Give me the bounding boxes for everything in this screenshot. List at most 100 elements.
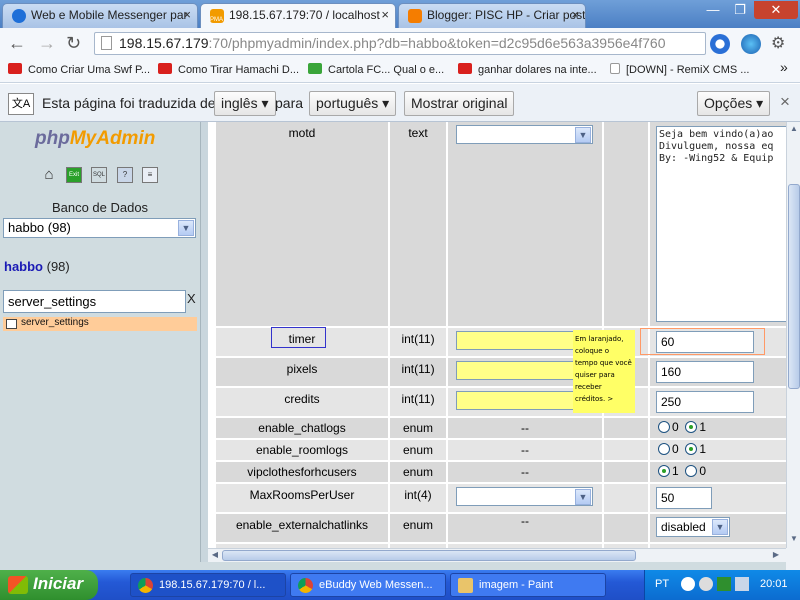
tray-icon[interactable]	[681, 577, 695, 591]
translate-to-label: para	[275, 95, 304, 111]
value-cell: 250	[650, 388, 786, 416]
table-list-item[interactable]: server_settings	[3, 317, 197, 331]
source-language-value: inglês	[221, 95, 258, 111]
scroll-up-icon[interactable]: ▲	[788, 124, 800, 136]
maxrooms-input[interactable]: 50	[656, 487, 712, 509]
field-name: enable_externalchatlinks	[216, 514, 388, 542]
bookmark-label: ganhar dolares na inte...	[478, 64, 597, 76]
clock[interactable]: 20:01	[760, 578, 788, 590]
home-icon[interactable]: ⌂	[41, 167, 57, 183]
radio-button[interactable]	[658, 465, 670, 477]
externalchatlinks-select[interactable]: disabled ▼	[656, 517, 730, 537]
youtube-icon	[458, 63, 472, 74]
address-bar[interactable]: 198.15.67.179:70/phpmyadmin/index.php?db…	[94, 32, 706, 55]
translate-options-button[interactable]: Opções ▾	[697, 91, 771, 116]
function-select[interactable]: ▼	[456, 487, 593, 506]
bookmarks-more-icon[interactable]: »	[780, 59, 788, 75]
bookmark-item[interactable]: Cartola FC... Qual o e...	[308, 63, 444, 76]
pixels-input[interactable]: 160	[656, 361, 754, 383]
bookmark-item[interactable]: [DOWN] - RemiX CMS ...	[610, 63, 749, 76]
sql-icon[interactable]: SQL	[91, 167, 107, 183]
bookmark-item[interactable]: Como Criar Uma Swf P...	[8, 63, 150, 76]
motd-textarea[interactable]: Seja bem vindo(a)ao Divulguem, nossa eq …	[656, 126, 786, 322]
null-cell	[604, 462, 648, 482]
forward-icon[interactable]: →	[38, 33, 56, 54]
scroll-down-icon[interactable]: ▼	[788, 534, 800, 546]
tray-icon[interactable]	[717, 577, 731, 591]
field-name: vipclothesforhcusers	[216, 462, 388, 482]
docs-icon[interactable]: ≡	[142, 167, 158, 183]
taskbar-item-chrome[interactable]: 198.15.67.179:70 / l...	[130, 573, 286, 597]
task-label: 198.15.67.179:70 / l...	[159, 579, 266, 591]
radio-button[interactable]	[658, 421, 670, 433]
field-type: int(11)	[390, 358, 446, 386]
bookmark-item[interactable]: ganhar dolares na inte...	[458, 63, 597, 76]
chevron-down-icon: ▼	[575, 127, 591, 143]
scrollbar-thumb[interactable]	[788, 184, 800, 389]
frame-splitter[interactable]	[200, 122, 208, 570]
start-button[interactable]: Iniciar	[0, 570, 98, 600]
wrench-icon[interactable]: ⚙	[771, 33, 785, 53]
scroll-left-icon[interactable]: ◀	[209, 550, 221, 562]
tab-title: Blogger: PISC HP - Criar post	[427, 8, 586, 22]
scrollbar-thumb[interactable]	[222, 550, 636, 561]
network-icon[interactable]	[735, 577, 749, 591]
function-select[interactable]	[456, 361, 576, 380]
help-icon[interactable]: ?	[117, 167, 133, 183]
close-tab-icon[interactable]: ×	[381, 7, 389, 22]
language-indicator[interactable]: PT	[655, 578, 669, 590]
taskbar-item-paint[interactable]: imagem - Paint	[450, 573, 606, 597]
radio-button[interactable]	[685, 465, 698, 477]
scroll-right-icon[interactable]: ▶	[770, 550, 782, 562]
minimize-icon[interactable]: —	[700, 1, 726, 19]
maximize-icon[interactable]: ❐	[727, 1, 753, 19]
clear-filter-button[interactable]: X	[187, 291, 196, 306]
tray-icon[interactable]	[699, 577, 713, 591]
database-link[interactable]: habbo	[4, 259, 43, 274]
translate-extension-icon[interactable]	[710, 34, 730, 54]
value-cell: 1 0	[650, 462, 786, 482]
radio-button[interactable]	[685, 421, 698, 433]
table-filter-input[interactable]: server_settings	[3, 290, 186, 313]
browser-tab-strip: Web e Mobile Messenger par × PMA 198.15.…	[0, 0, 800, 29]
function-select[interactable]	[456, 331, 576, 350]
back-icon[interactable]: ←	[8, 33, 26, 54]
table-icon	[6, 319, 17, 329]
credits-input[interactable]: 250	[656, 391, 754, 413]
function-cell: ▼	[448, 484, 602, 512]
bookmark-item[interactable]: Como Tirar Hamachi D...	[158, 63, 299, 76]
function-select[interactable]: ▼	[456, 125, 593, 144]
tab-blogger[interactable]: Blogger: PISC HP - Criar post ×	[398, 3, 586, 28]
close-icon[interactable]: ×	[780, 92, 790, 112]
close-tab-icon[interactable]: ×	[571, 7, 579, 22]
function-cell: --	[448, 462, 602, 482]
reload-icon[interactable]: ↻	[66, 33, 81, 54]
taskbar-item-ebuddy[interactable]: eBuddy Web Messen...	[290, 573, 446, 597]
radio-label: 1	[699, 420, 707, 434]
database-select-value: habbo (98)	[8, 220, 71, 235]
radio-button[interactable]	[685, 443, 698, 455]
show-original-button[interactable]: Mostrar original	[404, 91, 515, 116]
radio-button[interactable]	[658, 443, 670, 455]
database-select[interactable]: habbo (98) ▼	[3, 218, 196, 238]
select-value: disabled	[661, 520, 706, 534]
field-name: enable_chatlogs	[216, 418, 388, 438]
function-select[interactable]	[456, 391, 576, 410]
field-name: enable_roomlogs	[216, 440, 388, 460]
tab-phpmyadmin[interactable]: PMA 198.15.67.179:70 / localhost ×	[200, 3, 396, 29]
horizontal-scrollbar[interactable]: ◀ ▶	[208, 548, 786, 562]
source-language-select[interactable]: inglês ▾	[214, 91, 276, 116]
target-language-select[interactable]: português ▾	[309, 91, 397, 116]
close-tab-icon[interactable]: ×	[183, 7, 191, 22]
vertical-scrollbar[interactable]: ▲ ▼	[786, 122, 800, 548]
radio-label: 0	[672, 442, 679, 456]
tab-web-mobile-messenger[interactable]: Web e Mobile Messenger par ×	[2, 3, 198, 28]
system-tray: PT 20:01	[644, 570, 800, 600]
logo-myadmin: MyAdmin	[69, 128, 156, 149]
phpmyadmin-logo[interactable]: phpMyAdmin	[35, 128, 155, 150]
null-cell	[604, 484, 648, 512]
globe-icon[interactable]	[741, 34, 761, 54]
close-window-icon[interactable]: ✕	[754, 1, 798, 19]
exit-icon[interactable]: Exit	[66, 167, 82, 183]
bookmark-label: Como Tirar Hamachi D...	[178, 64, 300, 76]
